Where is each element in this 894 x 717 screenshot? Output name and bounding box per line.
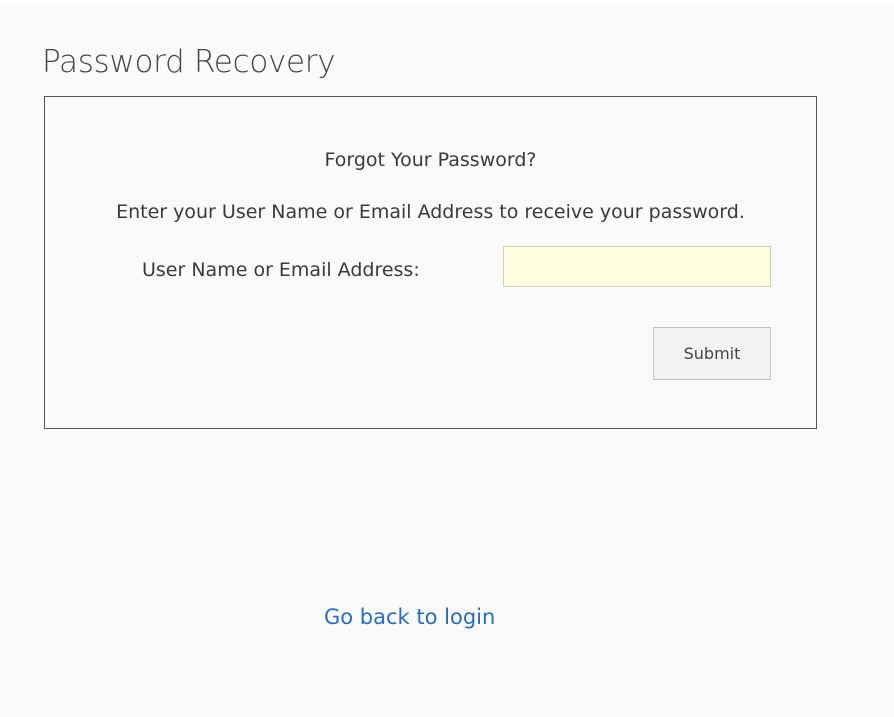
- submit-button[interactable]: Submit: [653, 327, 771, 380]
- form-instructions: Enter your User Name or Email Address to…: [116, 201, 745, 223]
- back-to-login-link[interactable]: Go back to login: [324, 605, 495, 629]
- page-title: Password Recovery: [42, 44, 336, 80]
- form-heading: Forgot Your Password?: [324, 149, 537, 171]
- username-email-label: User Name or Email Address:: [142, 259, 420, 281]
- username-email-input[interactable]: [503, 246, 771, 287]
- recovery-form-box: Forgot Your Password? Enter your User Na…: [44, 96, 817, 429]
- top-strip: [0, 0, 894, 4]
